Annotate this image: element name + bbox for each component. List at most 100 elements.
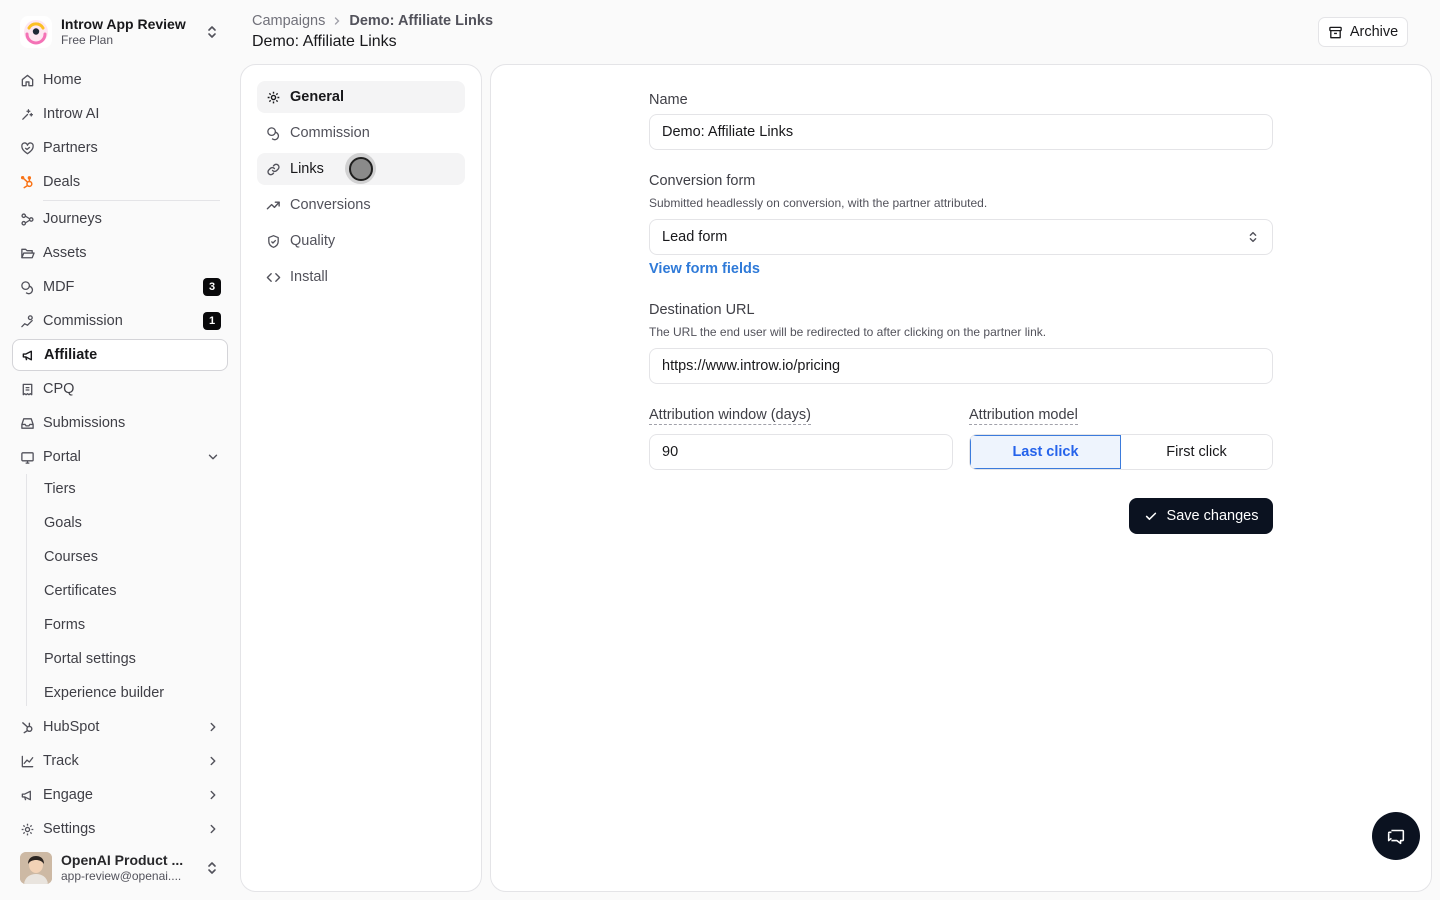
sidebar-group-engage[interactable]: Engage	[12, 779, 228, 811]
sidebar-item-home[interactable]: Home	[12, 64, 228, 96]
archive-button[interactable]: Archive	[1318, 17, 1408, 47]
workflow-icon	[21, 212, 34, 226]
sidebar-item-label: Engage	[43, 787, 93, 803]
portal-sub-item-goals[interactable]: Goals	[36, 508, 226, 538]
user-email: app-review@openai....	[61, 869, 182, 883]
code-icon	[266, 272, 281, 282]
sidebar-item-journeys[interactable]: Journeys	[12, 203, 228, 235]
line-chart-icon	[21, 755, 34, 767]
sidebar-item-label: Journeys	[43, 211, 102, 227]
sidebar-item-label: MDF	[43, 279, 75, 295]
sidebar-item-label: Submissions	[43, 415, 126, 431]
chevron-up-down-icon	[208, 26, 216, 38]
sidebar-item-label: HubSpot	[43, 719, 100, 735]
home-icon	[21, 74, 34, 86]
sidebar-item-label: CPQ	[43, 381, 75, 397]
destination-url-help: The URL the end user will be redirected …	[649, 325, 1047, 339]
chevron-up-down-icon	[1249, 231, 1257, 243]
sidebar-item-mdf[interactable]: MDF 3	[12, 271, 228, 303]
destination-url-label: Destination URL	[649, 302, 755, 318]
sidebar-item-label: Settings	[43, 821, 96, 837]
menu-item-label: Quality	[290, 233, 336, 249]
sidebar-item-label: Assets	[43, 245, 87, 261]
workspace-switcher[interactable]: Introw App Review Free Plan	[12, 12, 228, 52]
general-settings-form: Name Conversion form Submitted headlessl…	[490, 64, 1432, 892]
portal-sub-item-courses[interactable]: Courses	[36, 542, 226, 572]
first-click-option[interactable]: First click	[1121, 435, 1272, 469]
folder-open-icon	[21, 248, 35, 258]
gear-icon	[21, 823, 34, 835]
portal-sub-item-tiers[interactable]: Tiers	[36, 474, 226, 504]
destination-url-input[interactable]	[649, 348, 1273, 384]
sidebar-item-label: Introw AI	[43, 106, 100, 122]
sidebar-divider	[43, 200, 220, 201]
save-changes-label: Save changes	[1166, 508, 1259, 524]
monitor-icon	[21, 451, 34, 464]
hubspot-icon	[22, 721, 33, 733]
sidebar-item-label: Deals	[43, 174, 81, 190]
page-title: Demo: Affiliate Links	[252, 33, 397, 50]
conversion-form-value: Lead form	[662, 229, 728, 245]
breadcrumb-campaigns-link[interactable]: Campaigns	[252, 13, 325, 29]
attribution-window-input[interactable]	[649, 434, 953, 470]
archive-icon	[1329, 26, 1342, 38]
coins-icon	[267, 126, 280, 140]
menu-item-label: Links	[290, 161, 324, 177]
portal-sub-item-portal-settings[interactable]: Portal settings	[36, 644, 226, 674]
sidebar-item-affiliate[interactable]: Affiliate	[12, 339, 228, 371]
sidebar-group-track[interactable]: Track	[12, 745, 228, 777]
sidebar-item-assets[interactable]: Assets	[12, 237, 228, 269]
gear-icon	[267, 91, 280, 103]
sparkle-icon	[22, 108, 34, 120]
sidebar-item-submissions[interactable]: Submissions	[12, 407, 228, 439]
check-icon	[1145, 512, 1156, 521]
chat-support-button[interactable]	[1372, 812, 1420, 860]
sidebar-item-label: Track	[43, 753, 79, 769]
chat-icon	[1387, 829, 1405, 845]
sidebar-item-portal[interactable]: Portal	[12, 441, 228, 473]
menu-item-quality[interactable]: Quality	[257, 225, 465, 257]
conversion-form-select[interactable]: Lead form	[649, 219, 1273, 255]
menu-item-label: Conversions	[290, 197, 371, 213]
menu-item-label: General	[290, 89, 344, 105]
campaign-settings-menu: General Commission Links Conversions Qua…	[240, 64, 482, 892]
sidebar-item-commission[interactable]: Commission 1	[12, 305, 228, 337]
menu-item-label: Commission	[290, 125, 370, 141]
sidebar-item-deals[interactable]: Deals	[12, 166, 228, 198]
chevron-up-down-icon	[208, 862, 216, 874]
chevron-right-icon	[210, 790, 216, 800]
last-click-option[interactable]: Last click	[970, 435, 1121, 469]
sidebar-group-hubspot[interactable]: HubSpot	[12, 711, 228, 743]
shield-check-icon	[268, 234, 279, 248]
sidebar-group-settings[interactable]: Settings	[12, 813, 228, 845]
name-input[interactable]	[649, 114, 1273, 150]
conversion-form-label: Conversion form	[649, 173, 756, 189]
save-changes-button[interactable]: Save changes	[1129, 498, 1273, 534]
sidebar-item-introw-ai[interactable]: Introw AI	[12, 98, 228, 130]
menu-item-install[interactable]: Install	[257, 261, 465, 293]
menu-item-label: Install	[290, 269, 328, 285]
link-icon	[267, 163, 280, 175]
menu-item-conversions[interactable]: Conversions	[257, 189, 465, 221]
sidebar-item-cpq[interactable]: CPQ	[12, 373, 228, 405]
introw-logo-icon	[20, 16, 52, 48]
portal-sub-item-experience-builder[interactable]: Experience builder	[36, 678, 226, 708]
portal-sub-item-forms[interactable]: Forms	[36, 610, 226, 640]
handshake-heart-icon	[21, 141, 34, 154]
chevron-right-icon	[210, 756, 216, 766]
breadcrumb: Campaigns Demo: Affiliate Links	[252, 13, 493, 29]
portal-sub-item-certificates[interactable]: Certificates	[36, 576, 226, 606]
workspace-name: Introw App Review	[61, 16, 186, 32]
view-form-fields-link[interactable]: View form fields	[649, 261, 760, 277]
sidebar-item-partners[interactable]: Partners	[12, 132, 228, 164]
menu-item-general[interactable]: General	[257, 81, 465, 113]
hubspot-icon	[20, 175, 33, 188]
megaphone-icon	[22, 350, 33, 360]
sidebar: Introw App Review Free Plan Home Introw …	[0, 0, 240, 900]
sidebar-item-label: Commission	[43, 313, 123, 329]
user-account-switcher[interactable]: OpenAI Product ... app-review@openai....	[12, 848, 228, 888]
sidebar-item-label: Home	[43, 72, 82, 88]
menu-item-commission[interactable]: Commission	[257, 117, 465, 149]
attribution-window-label: Attribution window (days)	[649, 407, 811, 425]
portal-submenu-line	[26, 474, 27, 706]
